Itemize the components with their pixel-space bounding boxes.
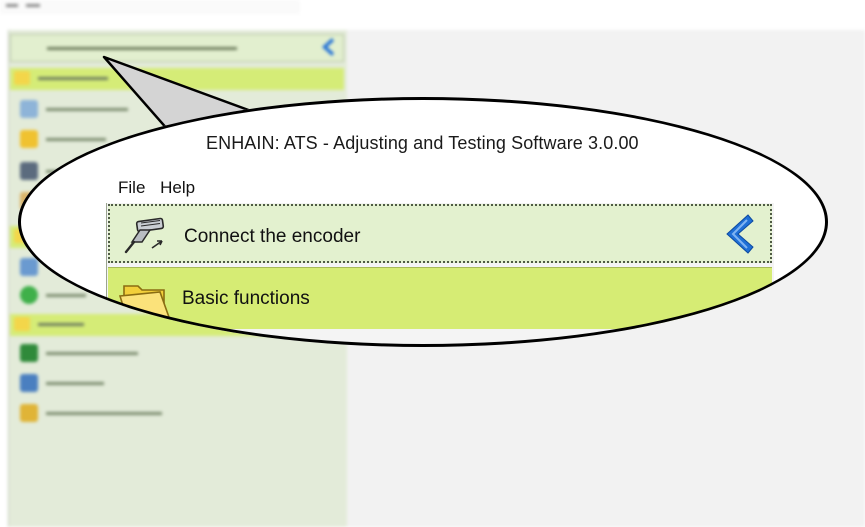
magnifier-rim bbox=[18, 97, 828, 347]
